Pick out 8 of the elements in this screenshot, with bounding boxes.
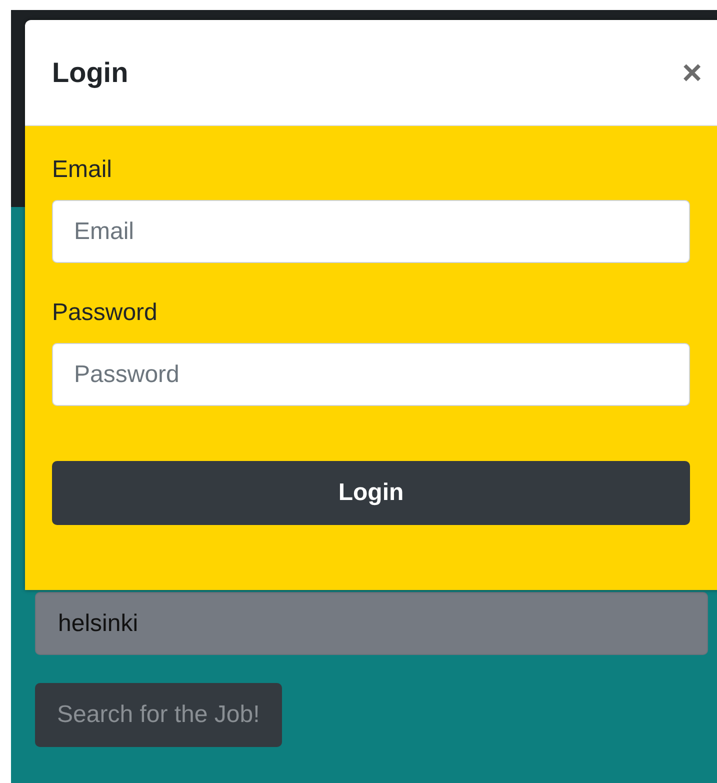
email-field[interactable]: Email	[52, 200, 690, 263]
field-label: Password	[52, 299, 158, 327]
password-field[interactable]: Password	[52, 343, 690, 406]
field-label: Email	[52, 156, 114, 184]
modal-title: Login	[52, 56, 128, 88]
location-field[interactable]: helsinki	[35, 592, 708, 655]
login-button[interactable]: Login	[52, 461, 690, 525]
close-button[interactable]: ×	[678, 56, 706, 90]
